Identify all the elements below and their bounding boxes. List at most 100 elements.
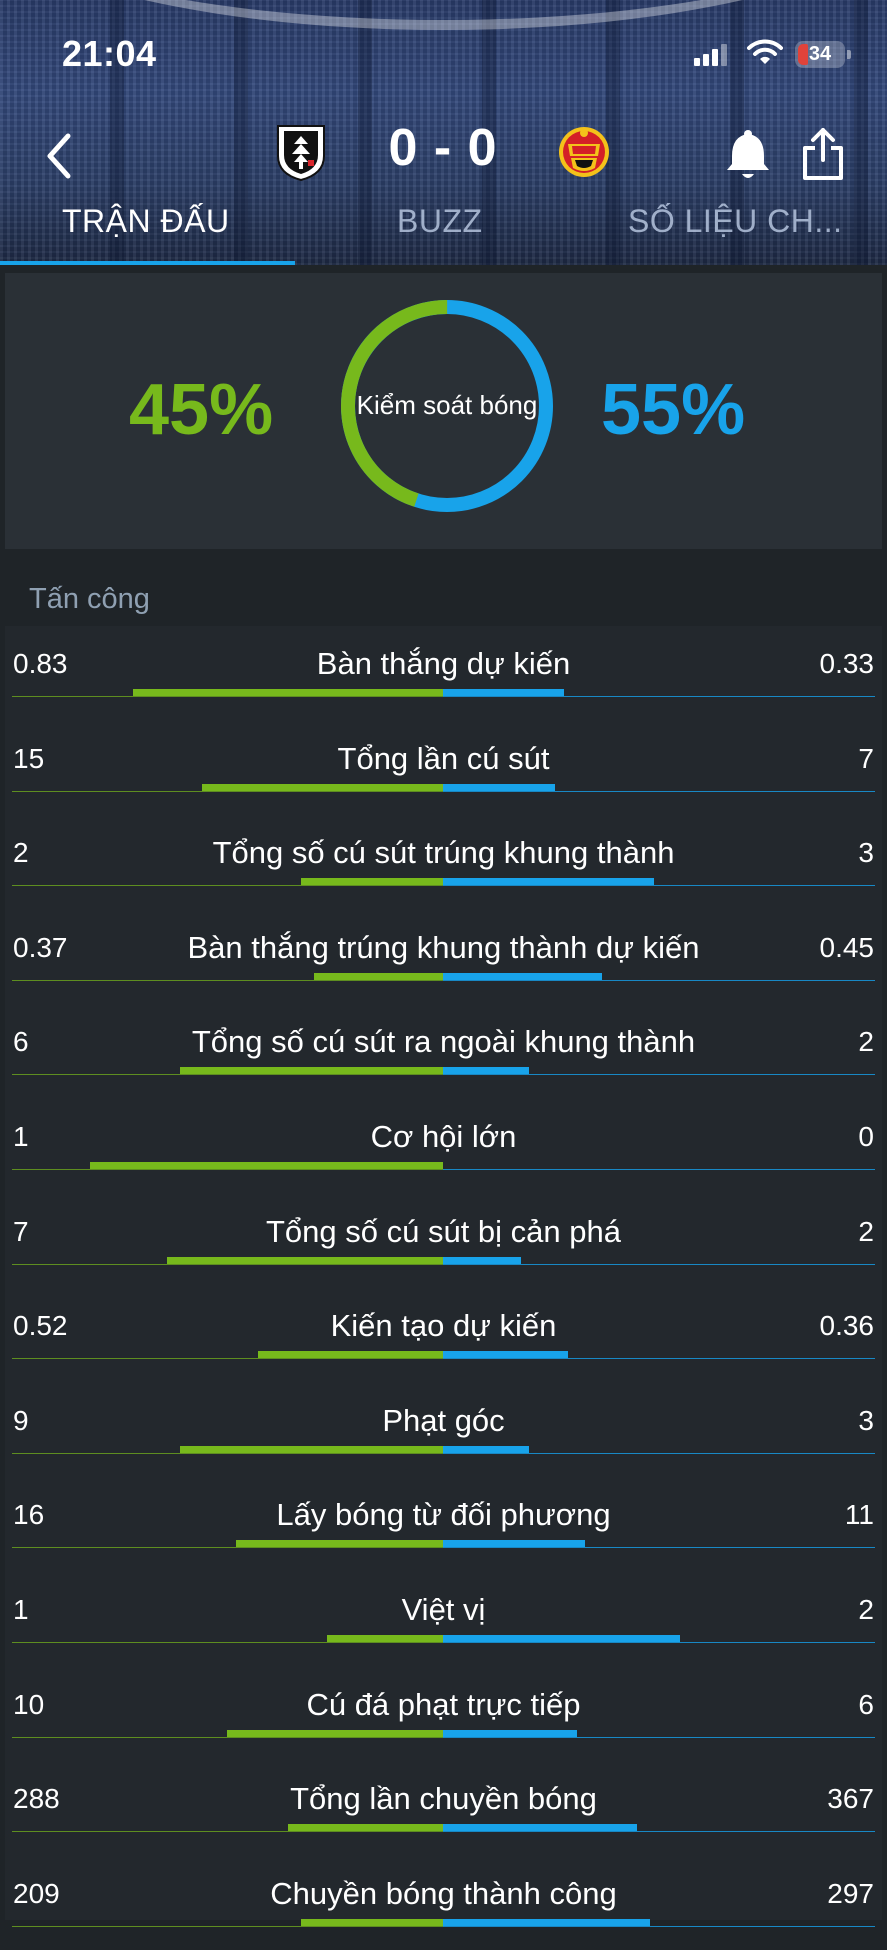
- stat-baseline-home: [12, 885, 443, 887]
- stat-baseline-away: [443, 1263, 875, 1265]
- stat-bar-away: [443, 972, 602, 980]
- stat-baseline-away: [443, 1169, 875, 1170]
- signal-icon: [694, 44, 728, 66]
- stat-bar-home: [258, 1351, 443, 1359]
- stat-bar-away: [443, 689, 564, 696]
- match-header: 21:04 34 0 - 0 TRẬN ĐẤU BUZZ SỐ LIỆU CH.…: [0, 0, 887, 265]
- stat-label: Cơ hội lớn: [370, 1119, 517, 1154]
- stat-bar-home: [236, 1540, 443, 1548]
- stat-label: Phạt góc: [382, 1402, 505, 1438]
- stat-bar-away: [443, 1351, 568, 1359]
- stat-baseline-home: [12, 1831, 443, 1833]
- stat-bar-away: [443, 1635, 680, 1642]
- battery-level: 34: [808, 43, 832, 65]
- stat-bar-home: [301, 878, 443, 886]
- stat-away-value: 3: [858, 837, 874, 869]
- possession-label: Kiểm soát bóng: [356, 390, 538, 420]
- stat-away-value: 2: [858, 1215, 874, 1247]
- stat-away-value: 0.33: [819, 648, 875, 679]
- bell-icon[interactable]: [724, 126, 772, 182]
- stat-away-value: 2: [858, 1026, 874, 1058]
- stat-label: Bàn thắng dự kiến: [316, 646, 571, 681]
- status-bar: 21:04 34: [0, 0, 887, 100]
- stat-bar-home: [167, 1256, 443, 1264]
- stat-baseline-home: [12, 1358, 443, 1360]
- stat-baseline-home: [12, 696, 443, 697]
- share-icon[interactable]: [800, 126, 846, 182]
- stat-baseline-away: [443, 1452, 875, 1454]
- stat-baseline-away: [443, 1074, 875, 1076]
- stat-baseline-home: [12, 1263, 443, 1265]
- stat-row: 6 Tổng số cú sút ra ngoài khung thành 2: [5, 1004, 882, 1099]
- manchester-united-crest-icon[interactable]: [557, 122, 611, 182]
- stat-label: Tổng lần cú sút: [337, 740, 550, 776]
- stat-bar-home: [327, 1635, 443, 1642]
- stat-row: 0.83 Bàn thắng dự kiến 0.33: [5, 626, 882, 721]
- stat-bar-away: [443, 1067, 529, 1075]
- stat-row: 0.37 Bàn thắng trúng khung thành dự kiến 0…: [5, 910, 882, 1005]
- section-title-attack: Tấn công: [29, 583, 150, 615]
- stat-bar-home: [180, 1067, 443, 1075]
- stat-bar-home: [288, 1824, 443, 1832]
- stat-label: Lấy bóng từ đối phương: [276, 1497, 611, 1533]
- stat-baseline-home: [12, 1547, 443, 1549]
- stat-label: Chuyền bóng thành công: [270, 1875, 617, 1911]
- stat-row: 9 Phạt góc 3: [5, 1383, 882, 1478]
- stat-baseline-away: [443, 979, 875, 981]
- stat-baseline-home: [12, 1925, 443, 1927]
- chevron-left-icon[interactable]: [40, 128, 80, 184]
- stat-baseline-away: [443, 1925, 875, 1927]
- stat-baseline-away: [443, 1642, 875, 1643]
- home-possession-value: 45%: [129, 370, 274, 450]
- tab-match[interactable]: TRẬN ĐẤU: [62, 203, 230, 240]
- stat-label: Việt vị: [401, 1592, 486, 1627]
- stat-row: 2 Tổng số cú sút trúng khung thành 3: [5, 815, 882, 910]
- stat-bar-home: [202, 783, 443, 791]
- stat-bar-home: [227, 1729, 443, 1737]
- stat-baseline-away: [443, 1358, 875, 1360]
- match-score: 0 - 0: [388, 119, 498, 177]
- stat-away-value: 2: [858, 1594, 874, 1625]
- stat-away-value: 0.45: [819, 931, 875, 963]
- tab-buzz[interactable]: BUZZ: [397, 203, 483, 240]
- stat-baseline-away: [443, 1736, 875, 1738]
- stat-away-value: 0: [858, 1121, 874, 1152]
- stat-bar-home: [90, 1162, 443, 1169]
- stat-baseline-away: [443, 1831, 875, 1833]
- stat-row: 15 Tổng lần cú sút 7: [5, 721, 882, 816]
- stat-bar-away: [443, 1540, 585, 1548]
- stat-baseline-home: [12, 1642, 443, 1643]
- stat-bar-away: [443, 1256, 521, 1264]
- stat-bar-away: [443, 1729, 577, 1737]
- stat-baseline-home: [12, 790, 443, 792]
- status-time: 21:04: [62, 33, 157, 74]
- stat-label: Cú đá phạt trực tiếp: [306, 1686, 581, 1722]
- stat-baseline-home: [12, 1169, 443, 1170]
- stat-row: 288 Tổng lần chuyền bóng 367: [5, 1761, 882, 1856]
- stat-away-value: 6: [858, 1688, 874, 1720]
- stat-row: 209 Chuyền bóng thành công 297: [5, 1856, 882, 1950]
- stat-label: Tổng số cú sút trúng khung thành: [212, 835, 675, 871]
- stat-label: Kiến tạo dự kiến: [330, 1308, 557, 1344]
- stat-label: Tổng số cú sút bị cản phá: [265, 1213, 621, 1249]
- stat-away-value: 7: [858, 742, 874, 774]
- stat-away-value: 3: [858, 1404, 874, 1436]
- stat-row: 1 Việt vị 2: [5, 1572, 882, 1667]
- stat-away-value: 11: [844, 1499, 874, 1531]
- stat-row: 0.52 Kiến tạo dự kiến 0.36: [5, 1288, 882, 1383]
- battery-icon: 34: [795, 41, 851, 68]
- tab-stats[interactable]: SỐ LIỆU CH...: [628, 203, 843, 240]
- stat-row: 7 Tổng số cú sút bị cản phá 2: [5, 1194, 882, 1289]
- stat-baseline-away: [443, 696, 875, 697]
- stat-baseline-away: [443, 1547, 875, 1549]
- possession-card: 45% Kiểm soát bóng 55%: [5, 273, 882, 549]
- away-possession-value: 55%: [601, 370, 746, 450]
- stat-label: Tổng số cú sút ra ngoài khung thành: [191, 1024, 696, 1060]
- stat-bar-away: [443, 783, 555, 791]
- stat-baseline-home: [12, 1452, 443, 1454]
- stat-baseline-away: [443, 885, 875, 887]
- fulham-crest-icon[interactable]: [274, 122, 328, 182]
- stat-bar-away: [443, 878, 654, 886]
- stat-bar-away: [443, 1445, 529, 1453]
- stat-row: 16 Lấy bóng từ đối phương 11: [5, 1477, 882, 1572]
